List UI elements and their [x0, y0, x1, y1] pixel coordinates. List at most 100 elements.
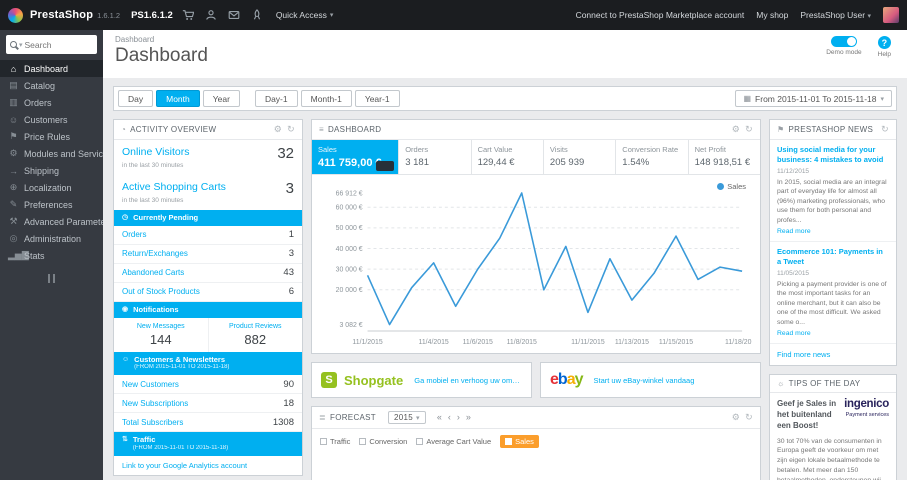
breadcrumb[interactable]: Dashboard [115, 35, 895, 44]
shopgate-logo-icon: S [321, 372, 337, 388]
prestashop-logo-icon[interactable] [8, 7, 23, 23]
panel-refresh-icon[interactable]: ↻ [881, 124, 889, 135]
demo-mode-label: Demo mode [826, 49, 862, 56]
messages-shortcut-icon[interactable] [226, 7, 242, 23]
sidebar-item-label: Catalog [24, 80, 56, 91]
shopgate-link[interactable]: Ga mobiel en verhoog uw omzet [414, 376, 522, 385]
pending-value: 3 [288, 248, 294, 260]
metric-tab-cart-value[interactable]: Cart Value 129,44 € [472, 140, 544, 174]
panel-settings-icon[interactable]: ⚙ [732, 124, 740, 135]
quick-access-label: Quick Access [275, 10, 327, 20]
brand-name[interactable]: PrestaShop [30, 9, 93, 21]
user-menu[interactable]: PrestaShop User ▾ [800, 10, 871, 20]
panel-refresh-icon[interactable]: ↻ [745, 412, 753, 423]
notification-new-messages[interactable]: New Messages 144 [114, 317, 209, 352]
sidebar-item-modules-and-services[interactable]: ⚙ Modules and Services [0, 145, 103, 162]
panel-refresh-icon[interactable]: ↻ [745, 124, 753, 135]
next-year-button[interactable]: › [455, 413, 462, 422]
pending-row[interactable]: Return/Exchanges 3 [114, 245, 302, 264]
forecast-legend-traffic[interactable]: Traffic [320, 437, 350, 446]
modules-shortcut-icon[interactable] [249, 7, 265, 23]
demo-mode-toggle[interactable] [830, 36, 857, 47]
customers-icon: ☺ [122, 355, 130, 363]
metric-tab-net-profit[interactable]: Net Profit 148 918,51 € [689, 140, 760, 174]
marketplace-link[interactable]: Connect to PrestaShop Marketplace accoun… [576, 10, 745, 20]
modules-icon: ⚙ [9, 148, 18, 158]
forecast-legend-average-cart-value[interactable]: Average Cart Value [416, 437, 491, 446]
metric-tab-conversion-rate[interactable]: Conversion Rate 1.54% [616, 140, 689, 174]
customers-shortcut-icon[interactable] [203, 7, 219, 23]
sidebar-item-shipping[interactable]: → Shipping [0, 162, 103, 179]
metric-tab-orders[interactable]: Orders 3 181 [399, 140, 472, 174]
panel-settings-icon[interactable]: ⚙ [274, 124, 282, 135]
last-year-button[interactable]: » [464, 413, 473, 422]
forecast-legend-sales[interactable]: Sales [500, 435, 539, 448]
shop-name[interactable]: PS1.6.1.2 [131, 10, 173, 21]
find-more-news-link[interactable]: Find more news [770, 344, 896, 365]
online-visitors-row: Online Visitors 32 [114, 140, 302, 161]
pending-row[interactable]: Orders 1 [114, 226, 302, 245]
active-carts-value: 3 [285, 180, 294, 197]
filter-button-day-1[interactable]: Day-1 [254, 90, 298, 107]
my-shop-link[interactable]: My shop [756, 10, 788, 20]
metric-tab-visits[interactable]: Visits 205 939 [544, 140, 617, 174]
filter-button-day[interactable]: Day [118, 90, 154, 107]
dashboard-icon: ≡ [319, 125, 324, 134]
ingenico-subtitle: Payment services [845, 411, 889, 418]
online-visitors-link[interactable]: Online Visitors [122, 146, 190, 158]
chart-legend[interactable]: Sales [717, 182, 746, 191]
orders-shortcut-icon[interactable] [180, 7, 196, 23]
filter-button-year-1[interactable]: Year-1 [354, 90, 400, 107]
metric-tab-sales[interactable]: Sales 411 759,00 € [312, 140, 400, 174]
news-article-title[interactable]: Ecommerce 101: Payments in a Tweet [777, 247, 889, 267]
forecast-year-select[interactable]: 2015 ▾ [387, 411, 426, 424]
pending-row[interactable]: Abandoned Carts 43 [114, 264, 302, 283]
pending-row[interactable]: Out of Stock Products 6 [114, 283, 302, 302]
notification-product-reviews[interactable]: Product Reviews 882 [209, 318, 303, 352]
previous-year-button[interactable]: ‹ [446, 413, 453, 422]
sidebar-item-advanced-parameters[interactable]: ⚒ Advanced Parameters [0, 213, 103, 230]
read-more-link[interactable]: Read more [777, 228, 811, 235]
quick-access-menu[interactable]: Quick Access ▾ [276, 10, 334, 20]
sidebar-item-catalog[interactable]: ▤ Catalog [0, 77, 103, 94]
svg-text:60 000 €: 60 000 € [336, 205, 363, 212]
svg-text:11/6/2015: 11/6/2015 [463, 339, 493, 346]
sidebar-search[interactable]: ▾ [6, 35, 97, 54]
customers-icon: ☺ [8, 114, 19, 125]
sidebar-item-price-rules[interactable]: ⚑ Price Rules [0, 128, 103, 145]
google-analytics-link[interactable]: Link to your Google Analytics account [114, 456, 302, 475]
date-range-picker[interactable]: ▦ From 2015-11-01 To 2015-11-18 ▾ [735, 90, 892, 107]
sidebar-item-orders[interactable]: ▥ Orders [0, 94, 103, 111]
forecast-chart-area [312, 454, 760, 480]
forecast-legend-conversion[interactable]: Conversion [359, 437, 407, 446]
sidebar-item-stats[interactable]: ▂▅▇ Stats [0, 247, 103, 264]
clock-icon: ◷ [122, 214, 129, 221]
filter-button-month[interactable]: Month [156, 90, 200, 107]
filter-button-year[interactable]: Year [202, 90, 240, 107]
read-more-link[interactable]: Read more [777, 330, 811, 337]
sidebar: ▾ ⌂ Dashboard ▤ Catalog ▥ Orders ☺ Customers ⚑ Pr… [0, 30, 103, 480]
panel-settings-icon[interactable]: ⚙ [732, 412, 740, 423]
search-input[interactable] [24, 39, 93, 50]
sidebar-item-customers[interactable]: ☺ Customers [0, 111, 103, 128]
filter-button-month-1[interactable]: Month-1 [300, 90, 352, 107]
ebay-link[interactable]: Start uw eBay-winkel vandaag [594, 376, 695, 385]
orders-icon: ▥ [9, 97, 18, 107]
customers-row[interactable]: Total Subscribers 1308 [114, 413, 302, 433]
sidebar-item-administration[interactable]: ◎ Administration [0, 230, 103, 247]
sidebar-item-label: Shipping [24, 165, 60, 176]
sidebar-item-localization[interactable]: ⊕ Localization [0, 179, 103, 196]
active-carts-link[interactable]: Active Shopping Carts [122, 181, 226, 193]
sidebar-item-dashboard[interactable]: ⌂ Dashboard [0, 60, 103, 77]
active-carts-sub: in the last 30 minutes [122, 197, 184, 204]
user-avatar[interactable] [883, 7, 899, 23]
customers-row[interactable]: New Customers 90 [114, 375, 302, 395]
help-icon[interactable]: ? [877, 36, 891, 49]
sidebar-item-preferences[interactable]: ✎ Preferences [0, 196, 103, 213]
sidebar-collapse-button[interactable] [0, 264, 103, 293]
customers-row[interactable]: New Subscriptions 18 [114, 394, 302, 414]
news-article-title[interactable]: Using social media for your business: 4 … [777, 145, 889, 165]
advanced-parameters-icon: ⚒ [9, 216, 18, 226]
panel-refresh-icon[interactable]: ↻ [287, 124, 295, 135]
first-year-button[interactable]: « [435, 413, 444, 422]
